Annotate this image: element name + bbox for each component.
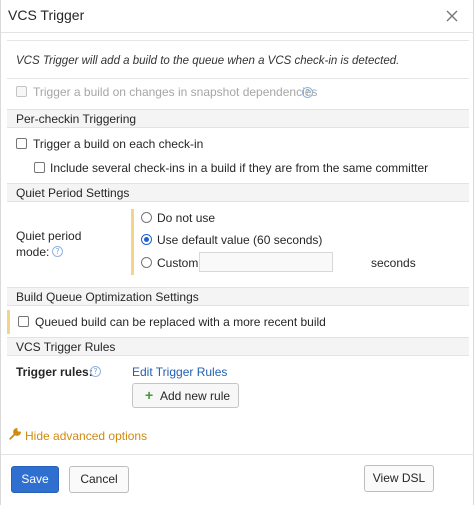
quiet-period-default-radio[interactable] [141, 234, 152, 245]
trigger-each-checkin-label: Trigger a build on each check-in [33, 137, 204, 151]
section-header-quiet-period: Quiet Period Settings [7, 183, 469, 202]
quiet-period-do-not-use-radio[interactable] [141, 212, 152, 223]
close-icon[interactable] [445, 9, 459, 23]
section-title: Quiet Period Settings [16, 186, 130, 200]
queued-build-replace-label: Queued build can be replaced with a more… [35, 315, 326, 329]
section-header-per-checkin: Per-checkin Triggering [7, 109, 469, 128]
quiet-period-option-label: Do not use [157, 211, 216, 225]
add-new-rule-label: Add new rule [160, 389, 231, 403]
dialog-titlebar: VCS Trigger [1, 0, 474, 33]
queue-optimization-accent-bar [7, 310, 10, 334]
help-icon[interactable]: ? [302, 87, 313, 98]
section-title: Per-checkin Triggering [16, 112, 137, 126]
help-icon[interactable]: ? [90, 366, 101, 377]
snapshot-dependencies-checkbox[interactable] [16, 86, 27, 97]
quiet-period-accent-bar [131, 209, 134, 275]
divider [7, 40, 469, 41]
snapshot-dependencies-label: Trigger a build on changes in snapshot d… [33, 85, 318, 99]
save-button[interactable]: Save [11, 466, 59, 493]
divider [1, 454, 474, 455]
quiet-period-option-label: Custom [157, 256, 199, 270]
quiet-period-mode-label-2: mode: [16, 245, 50, 259]
dialog-description: VCS Trigger will add a build to the queu… [16, 55, 400, 67]
cancel-button[interactable]: Cancel [69, 466, 129, 493]
include-several-checkins-label: Include several check-ins in a build if … [50, 161, 429, 175]
quiet-period-mode-label: Quiet period [16, 229, 82, 243]
wrench-icon [9, 427, 22, 440]
help-icon[interactable]: ? [52, 246, 63, 257]
divider [7, 78, 469, 79]
view-dsl-button[interactable]: View DSL [364, 465, 434, 492]
queued-build-replace-checkbox[interactable] [18, 316, 29, 327]
edit-trigger-rules-link[interactable]: Edit Trigger Rules [132, 365, 227, 379]
quiet-period-custom-radio[interactable] [141, 257, 152, 268]
section-title: Build Queue Optimization Settings [16, 290, 199, 304]
include-several-checkins-checkbox[interactable] [34, 162, 45, 173]
vcs-trigger-dialog: VCS Trigger VCS Trigger will add a build… [0, 0, 474, 505]
section-header-trigger-rules: VCS Trigger Rules [7, 337, 469, 356]
trigger-rules-label: Trigger rules: [16, 365, 93, 379]
add-new-rule-button[interactable]: + Add new rule [132, 383, 239, 408]
quiet-period-option-label: Use default value (60 seconds) [157, 233, 323, 247]
custom-seconds-input[interactable] [199, 252, 333, 272]
trigger-each-checkin-checkbox[interactable] [16, 138, 27, 149]
section-title: VCS Trigger Rules [16, 340, 116, 354]
seconds-label: seconds [371, 256, 416, 270]
section-header-queue-optimization: Build Queue Optimization Settings [7, 287, 469, 306]
dialog-title: VCS Trigger [8, 7, 85, 23]
hide-advanced-options-link[interactable]: Hide advanced options [25, 429, 147, 443]
plus-icon: + [145, 387, 154, 403]
